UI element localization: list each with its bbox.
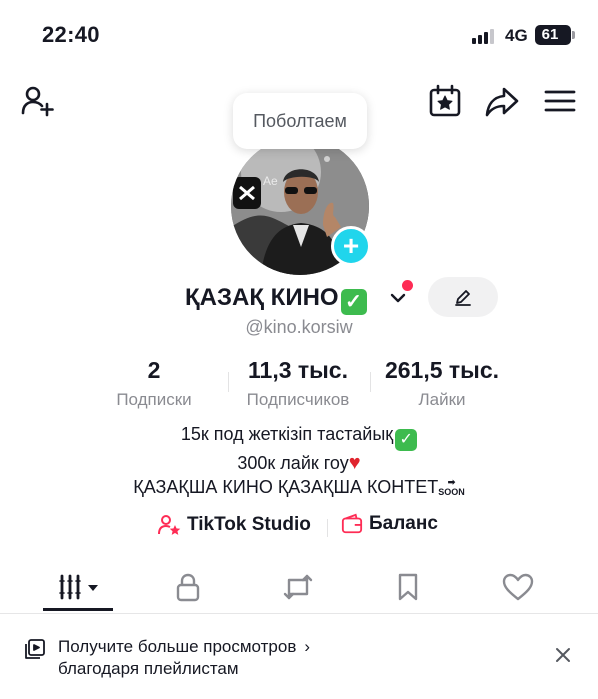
tooltip-text: Поболтаем [253, 110, 347, 131]
playlist-icon [25, 639, 45, 659]
menu-icon[interactable] [543, 84, 577, 118]
links-divider [327, 519, 328, 537]
content-tabs [0, 563, 598, 613]
creator-star-icon [158, 515, 181, 535]
banner-line1: Получите больше просмотров [58, 637, 297, 656]
bio-text: ҚАЗАҚША КИНО ҚАЗАҚША КОНТЕТ [133, 477, 439, 497]
stat-followers-value: 11,3 тыс. [248, 357, 348, 383]
status-time: 22:40 [42, 22, 100, 47]
lock-icon [176, 573, 200, 602]
videos-grid-icon [59, 574, 98, 600]
network-type: 4G [505, 26, 528, 45]
stat-following-value: 2 [147, 357, 161, 383]
status-bar: 22:40 4G 61 [0, 0, 598, 70]
bio-text: 300к лайк гоу [237, 453, 349, 473]
battery-cap [572, 31, 575, 39]
calendar-star-icon[interactable] [428, 84, 462, 118]
check-emoji-icon: ✓ [395, 429, 418, 451]
bio-line: ҚАЗАҚША КИНО ҚАЗАҚША КОНТЕТ ➡ SOON [0, 475, 598, 499]
add-avatar-button[interactable]: + [331, 226, 371, 266]
stat-followers-label: Подписчиков [246, 390, 350, 409]
banner-line2: благодаря плейлистам [58, 659, 239, 678]
close-icon[interactable] [552, 644, 574, 666]
stat-following-label: Подписки [116, 390, 192, 409]
notification-dot [402, 280, 413, 291]
stat-likes-value: 261,5 тыс. [384, 357, 500, 383]
svg-text:Ae: Ae [263, 174, 278, 188]
stat-divider [370, 372, 371, 392]
soon-arrow-icon: ➡ SOON [438, 477, 465, 497]
profile-name[interactable]: ҚАЗАҚ КИНО ✓ [185, 284, 367, 315]
pencil-icon [455, 290, 471, 306]
chevron-down-icon[interactable] [388, 288, 408, 308]
tab-favorites[interactable] [353, 563, 463, 611]
bio-text: 15к под жеткізіп тастайық [180, 424, 394, 444]
profile-links: TikTok Studio Баланс [0, 513, 598, 541]
share-icon[interactable] [485, 84, 519, 118]
active-tab-indicator [43, 608, 113, 611]
profile-bio: 15к под жеткізіп тастайық ✓ 300к лайк гоу… [0, 422, 598, 499]
balance-label: Баланс [369, 513, 438, 534]
stat-following[interactable]: 2 Подписки [84, 357, 224, 410]
bio-line: 15к под жеткізіп тастайық ✓ [0, 422, 598, 451]
battery-icon: 61 [535, 25, 571, 45]
tiktok-studio-link[interactable]: TikTok Studio [157, 513, 311, 537]
repost-icon [283, 574, 313, 600]
tooltip-bubble[interactable]: Поболтаем [233, 93, 367, 149]
tab-liked[interactable] [463, 563, 573, 611]
banner-text[interactable]: Получите больше просмотров › благодаря пл… [58, 636, 310, 680]
soon-badge-text: SOON [438, 487, 465, 497]
add-user-icon[interactable] [20, 84, 54, 118]
heart-emoji-icon: ♥ [348, 452, 361, 474]
battery-percent: 61 [541, 26, 559, 43]
playlist-promo-banner[interactable]: Получите больше просмотров › благодаря пл… [0, 614, 598, 699]
bookmark-icon [398, 573, 418, 601]
profile-handle: @kino.korsiw [245, 317, 353, 337]
signal-icon [472, 28, 498, 44]
profile-name-text: ҚАЗАҚ КИНО [185, 284, 339, 311]
heart-icon [502, 573, 534, 601]
tab-private[interactable] [133, 563, 243, 611]
tab-reposts[interactable] [243, 563, 353, 611]
stat-followers[interactable]: 11,3 тыс. Подписчиков [228, 357, 368, 410]
stat-likes-label: Лайки [418, 390, 466, 409]
bio-line: 300к лайк гоу♥ [0, 451, 598, 475]
wallet-icon [341, 513, 363, 534]
tiktok-studio-label: TikTok Studio [187, 514, 311, 535]
stat-likes[interactable]: 261,5 тыс. Лайки [372, 357, 512, 410]
edit-profile-button[interactable] [428, 277, 498, 317]
chevron-right-icon: › [304, 637, 311, 656]
tab-videos[interactable] [23, 563, 133, 611]
balance-link[interactable]: Баланс [341, 513, 438, 535]
tooltip-pointer [324, 156, 330, 162]
verified-badge-icon: ✓ [340, 289, 367, 315]
